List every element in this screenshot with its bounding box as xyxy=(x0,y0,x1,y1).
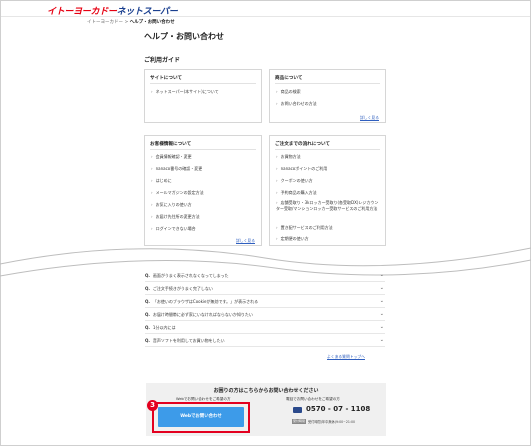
faq-item[interactable]: Q. 「お使いのブラウザはCookieが無効です。」が表示される ⌄ xyxy=(145,296,385,308)
chevron-down-icon[interactable]: ⌄ xyxy=(380,298,384,304)
faq-question-text: 音声ソフトを利用してお買い物をしたい xyxy=(152,338,225,343)
faq-top-link[interactable]: よくある質問トップへ xyxy=(327,354,365,360)
breadcrumb-current: ヘルプ・お問い合わせ xyxy=(129,20,175,25)
contact-title: お困りの方はこちらからお問い合わせください xyxy=(213,388,319,394)
contact-panel: お困りの方はこちらからお問い合わせください Webでお問い合わせをご希望の方 電… xyxy=(146,383,386,436)
faq-item[interactable]: Q. 音声ソフトを利用してお買い物をしたい ⌄ xyxy=(145,335,385,347)
guide-link[interactable]: ログインできない場合 xyxy=(151,226,196,232)
breadcrumb: イトーヨーカドー > ヘルプ・お問い合わせ xyxy=(87,19,175,25)
faq-prefix: Q. xyxy=(145,325,150,330)
faq-question-text: 1分以内には xyxy=(152,325,176,330)
faq-item[interactable]: Q. 画面がうまく表示されなくなってしまった ⌄ xyxy=(145,270,385,282)
faq-item[interactable]: Q. 1分以内には ⌄ xyxy=(145,322,385,334)
guide-link[interactable]: メールマガジンの設定方法 xyxy=(151,190,204,196)
phone-contact-note: 電話でお問い合わせをご希望の方 xyxy=(286,397,340,401)
faq-prefix: Q. xyxy=(145,299,150,304)
guide-link[interactable]: クーポンの使い方 xyxy=(276,178,313,184)
chevron-down-icon[interactable]: ⌄ xyxy=(380,285,384,291)
faq-prefix: Q. xyxy=(145,286,150,291)
faq-question: Q. 画面がうまく表示されなくなってしまった xyxy=(145,273,229,279)
faq-prefix: Q. xyxy=(145,338,150,343)
chevron-down-icon[interactable]: ⌄ xyxy=(380,324,384,330)
page-title: ヘルプ・お問い合わせ xyxy=(144,32,224,41)
guide-link[interactable]: 商品の検索 xyxy=(276,89,301,95)
faq-question: Q. お届け時間帯に必ず家にいなければならないか知りたい xyxy=(145,312,253,318)
chevron-down-icon[interactable]: ⌄ xyxy=(380,311,384,317)
more-link[interactable]: 詳しく見る xyxy=(360,115,379,121)
box-products-heading: 商品について xyxy=(275,76,303,81)
guide-link[interactable]: お問い合わせの方法 xyxy=(276,101,317,107)
guide-link[interactable]: お届け先住所の変更方法 xyxy=(151,214,200,220)
faq-prefix: Q. xyxy=(145,312,150,317)
web-contact-button[interactable]: Webでお問い合わせ xyxy=(158,407,244,427)
faq-question-text: 「お使いのブラウザはCookieが無効です。」が表示される xyxy=(152,299,259,304)
divider xyxy=(150,149,256,150)
guide-title: ご利用ガイド xyxy=(144,57,181,64)
box-site-heading: サイトについて xyxy=(150,76,183,81)
faq-prefix: Q. xyxy=(145,273,150,278)
faq-question: Q. 1分以内には xyxy=(145,325,175,331)
guide-link[interactable]: お気に入りの使い方 xyxy=(151,202,192,208)
faq-item[interactable]: Q. お届け時間帯に必ず家にいなければならないか知りたい ⌄ xyxy=(145,309,385,321)
guide-link[interactable]: nanaco番号の確認・変更 xyxy=(151,166,203,172)
faq-question-text: 画面がうまく表示されなくなってしまった xyxy=(152,273,229,278)
box-member: お客様情報について 会員情報確認・変更 nanaco番号の確認・変更 はじめに … xyxy=(144,135,262,246)
logo-blue-text: ネットスーパー xyxy=(116,7,178,17)
guide-link[interactable]: お買物方法 xyxy=(276,154,301,160)
box-order: ご注文までの流れについて お買物方法 nanacoポイントのご利用 クーポンの使… xyxy=(269,135,386,246)
phone-number[interactable]: 0570 - 07 - 1108 xyxy=(306,405,370,413)
box-member-heading: お客様情報について xyxy=(150,142,192,147)
step-number-badge: 3 xyxy=(147,400,158,411)
faq-question: Q. 「お使いのブラウザはCookieが無効です。」が表示される xyxy=(145,299,258,305)
site-header: イトーヨーカドーネットスーパー xyxy=(1,1,530,17)
breadcrumb-parent[interactable]: イトーヨーカドー xyxy=(87,20,123,25)
faq-question-text: ご注文手続きがうまく完了しない xyxy=(152,286,213,291)
guide-link[interactable]: ネットスーパー(本サイト)について xyxy=(151,89,219,95)
divider xyxy=(275,83,380,84)
divider xyxy=(275,149,380,150)
chevron-down-icon[interactable]: ⌄ xyxy=(380,272,384,278)
site-logo[interactable]: イトーヨーカドーネットスーパー xyxy=(47,4,178,17)
guide-link[interactable]: 予約商品の購入方法 xyxy=(276,190,317,196)
hours-badge: 受付時間 xyxy=(292,419,306,424)
guide-link[interactable]: 店舗受取り・3kロッカー受取り(各受取DX)レジカウンター受取/マンションロッカ… xyxy=(276,200,382,211)
page-frame xyxy=(0,0,531,446)
guide-link[interactable]: 会員情報確認・変更 xyxy=(151,154,192,160)
box-order-heading: ご注文までの流れについて xyxy=(275,142,330,147)
guide-link[interactable]: はじめに xyxy=(151,178,172,184)
divider xyxy=(150,83,256,84)
box-products: 商品について 商品の検索 お問い合わせの方法 詳しく見る xyxy=(269,69,386,123)
faq-item[interactable]: Q. ご注文手続きがうまく完了しない ⌄ xyxy=(145,283,385,295)
breadcrumb-separator: > xyxy=(124,20,129,25)
chevron-down-icon[interactable]: ⌄ xyxy=(380,337,384,343)
guide-link[interactable]: 置き配サービスのご利用方法 xyxy=(276,225,333,231)
faq-question: Q. ご注文手続きがうまく完了しない xyxy=(145,286,213,292)
logo-red-text: イトーヨーカドー xyxy=(47,7,117,17)
hours-text: 受付時間(年中無休)9:00~21:00 xyxy=(308,420,356,424)
phone-icon xyxy=(293,407,302,413)
faq-question-text: お届け時間帯に必ず家にいなければならないか知りたい xyxy=(152,312,253,317)
faq-question: Q. 音声ソフトを利用してお買い物をしたい xyxy=(145,338,225,344)
guide-link[interactable]: nanacoポイントのご利用 xyxy=(276,166,328,172)
box-site: サイトについて ネットスーパー(本サイト)について xyxy=(144,69,262,123)
